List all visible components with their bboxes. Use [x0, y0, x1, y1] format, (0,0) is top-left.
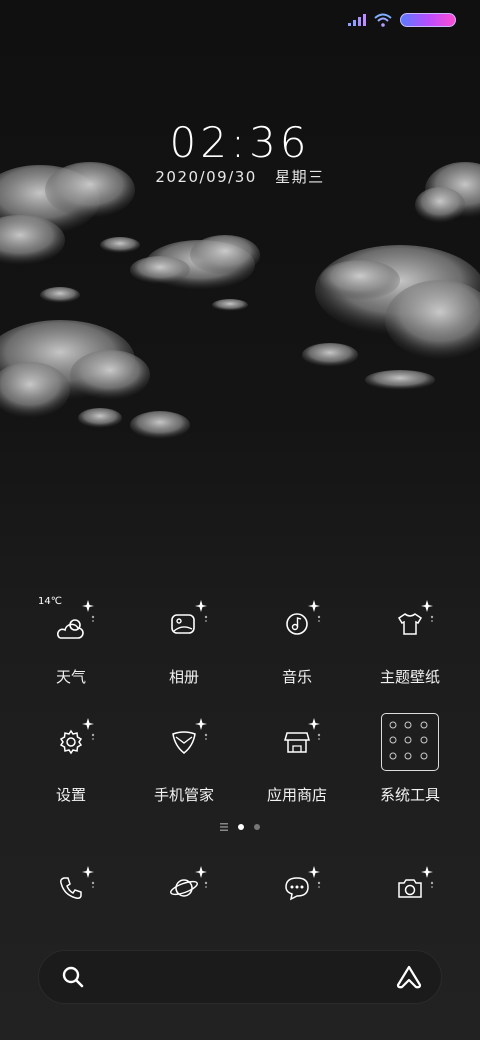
shield-icon [149, 710, 219, 774]
app-label: 音乐 [281, 668, 312, 686]
app-security[interactable]: 手机管家 [129, 710, 239, 805]
menu-lines-icon [220, 823, 228, 831]
app-label: 天气 [55, 668, 86, 686]
app-label: 主题壁纸 [379, 668, 440, 686]
assistant-icon[interactable] [395, 964, 423, 990]
theme-icon [375, 592, 445, 656]
app-label: 应用商店 [266, 786, 327, 804]
browser-planet-icon [149, 858, 219, 918]
page-dot[interactable] [254, 824, 260, 830]
app-settings[interactable]: 设置 [16, 710, 126, 805]
status-bar [348, 10, 456, 30]
music-icon [262, 592, 332, 656]
app-theme[interactable]: 主题壁纸 [355, 592, 465, 687]
app-label: 手机管家 [153, 786, 214, 804]
folder-system-tools[interactable]: 系统工具 [355, 710, 465, 805]
gallery-icon [149, 592, 219, 656]
app-label: 相册 [168, 668, 199, 686]
page-indicator [0, 823, 480, 831]
messages-icon [262, 858, 332, 918]
app-music[interactable]: 音乐 [242, 592, 352, 687]
gear-icon [36, 710, 106, 774]
camera-icon [375, 858, 445, 918]
dock-phone[interactable] [16, 858, 126, 918]
cloud-wallpaper [0, 162, 480, 439]
app-gallery[interactable]: 相册 [129, 592, 239, 687]
search-icon[interactable] [61, 965, 85, 989]
dock-browser[interactable] [129, 858, 239, 918]
folder-icon [375, 710, 445, 774]
weather-temp: 14℃ [38, 596, 62, 607]
store-icon [262, 710, 332, 774]
weather-icon: 14℃ [36, 592, 106, 656]
signal-icon [348, 14, 366, 26]
wifi-icon [374, 13, 392, 27]
dock-camera[interactable] [355, 858, 465, 918]
page-dot-active[interactable] [238, 824, 244, 830]
phone-icon [36, 858, 106, 918]
search-bar[interactable] [38, 950, 442, 1004]
app-label: 系统工具 [379, 786, 440, 804]
app-label: 设置 [55, 786, 86, 804]
app-weather[interactable]: 14℃ 天气 [16, 592, 126, 687]
battery-icon [400, 13, 456, 27]
dock-messages[interactable] [242, 858, 352, 918]
app-store[interactable]: 应用商店 [242, 710, 352, 805]
